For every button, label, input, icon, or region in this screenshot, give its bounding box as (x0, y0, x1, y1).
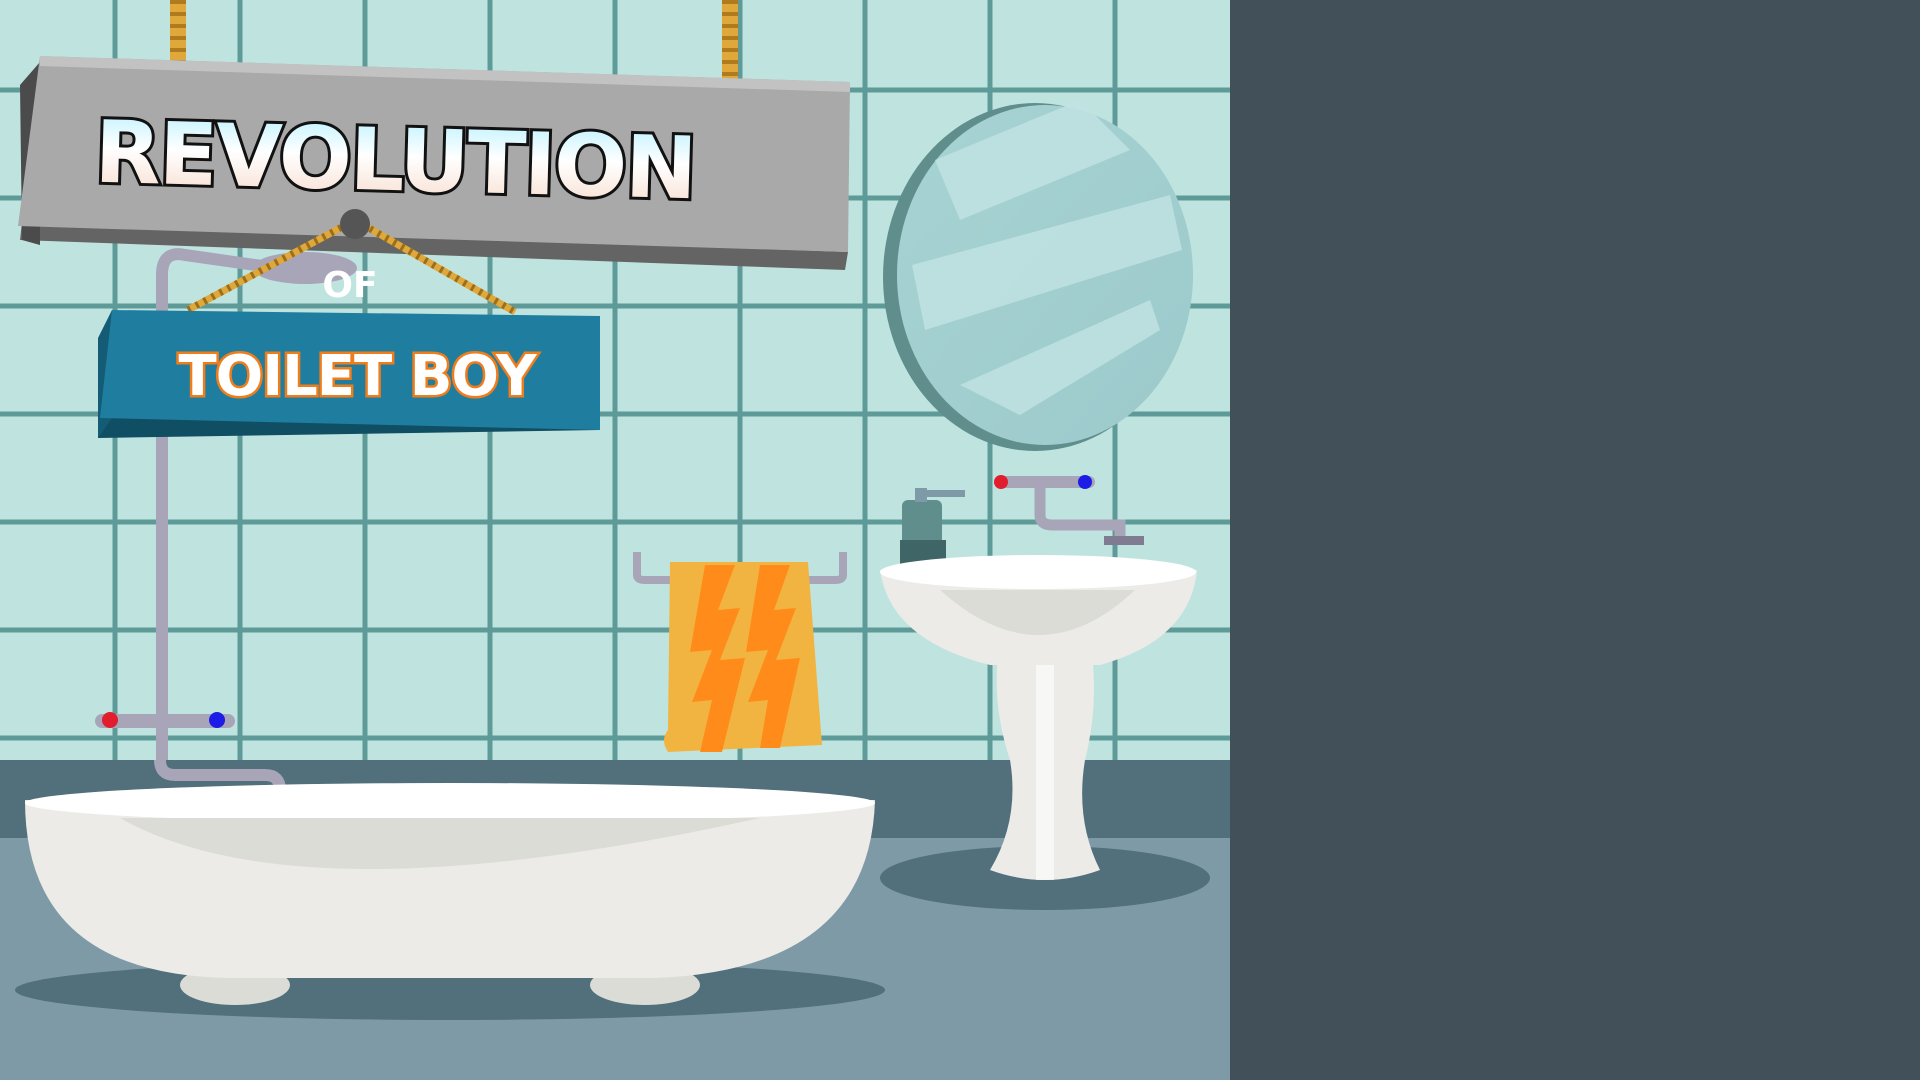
title-main: REVOLUTION (93, 103, 696, 220)
faucet-icon (95, 712, 235, 728)
title-subtitle: TOILET BOY (178, 344, 538, 409)
side-panel (1230, 0, 1920, 1080)
game-scene: REVOLUTION OF TOILET BOY (0, 0, 1230, 1080)
title-connector: OF (322, 265, 377, 306)
bathroom-background: REVOLUTION OF TOILET BOY (0, 0, 1230, 1080)
mirror-icon (883, 100, 1193, 451)
bathtub-icon (15, 783, 885, 1020)
